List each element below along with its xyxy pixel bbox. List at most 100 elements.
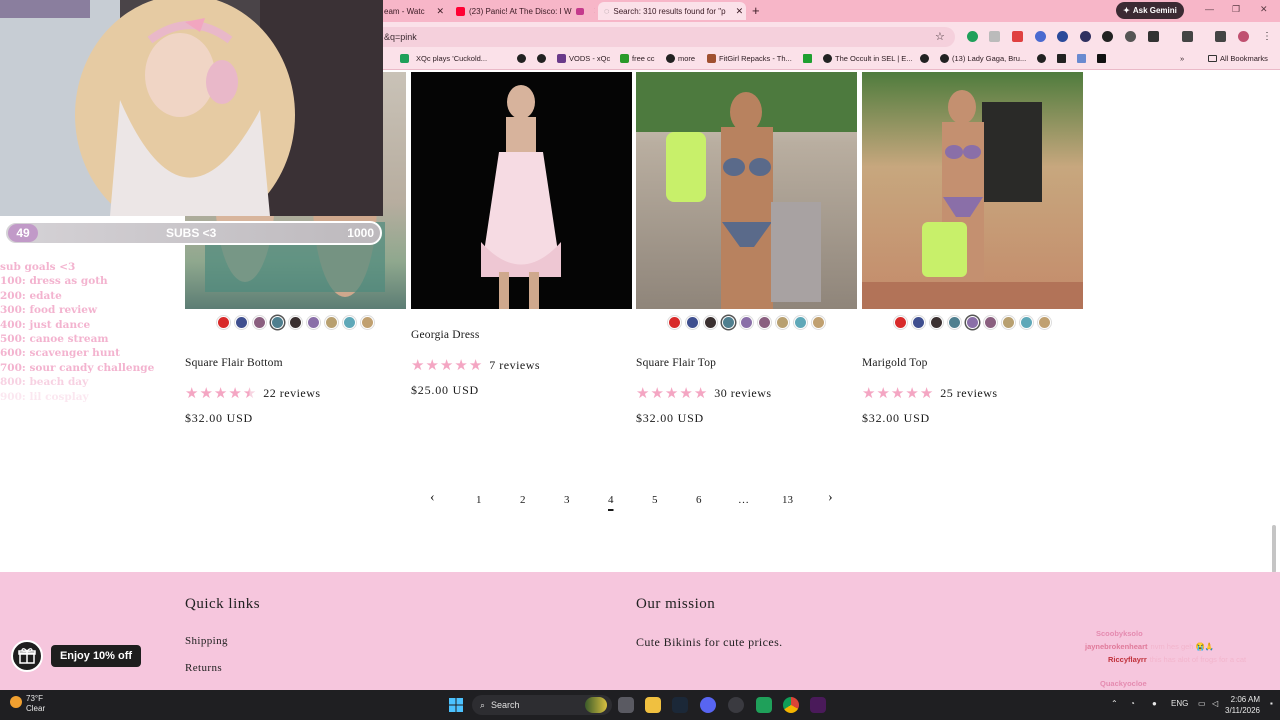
bookmark-item[interactable]: more [666,54,695,63]
product-title[interactable]: Square Flair Top [636,357,716,369]
color-swatch[interactable] [217,316,230,329]
color-swatch[interactable] [271,316,284,329]
windows-start-icon[interactable] [448,697,464,713]
color-swatch[interactable] [1038,316,1051,329]
file-explorer-icon[interactable] [645,697,661,713]
tray-icon[interactable]: ◔ [1130,699,1135,708]
all-bookmarks[interactable]: All Bookmarks [1208,54,1268,63]
color-swatch[interactable] [361,316,374,329]
color-swatch[interactable] [740,316,753,329]
close-icon[interactable]: ✕ [730,6,744,17]
color-swatch[interactable] [1002,316,1015,329]
close-icon[interactable]: ✕ [588,6,595,17]
page-link[interactable]: 3 [564,494,570,506]
bookmark-item[interactable]: XQc plays 'Cuckold... [400,54,487,63]
bookmark-item[interactable] [1077,54,1086,63]
page-link[interactable]: 5 [652,494,658,506]
color-swatch[interactable] [253,316,266,329]
promo-gift-button[interactable] [11,640,43,672]
color-swatch[interactable] [722,316,735,329]
bookmarks-overflow-icon[interactable]: » [1180,54,1184,63]
color-swatch[interactable] [343,316,356,329]
extension-icon[interactable] [1057,31,1068,42]
discord-icon[interactable] [700,697,716,713]
tray-overflow-icon[interactable]: ⌃ [1111,699,1118,708]
shipping-link[interactable]: Shipping [185,635,228,647]
product-title[interactable]: Georgia Dress [411,329,480,341]
extension-icon[interactable] [1012,31,1023,42]
product-title[interactable]: Marigold Top [862,357,928,369]
color-swatch[interactable] [704,316,717,329]
steam-icon[interactable] [672,697,688,713]
color-swatch[interactable] [930,316,943,329]
color-swatch[interactable] [1020,316,1033,329]
volume-icon[interactable]: ◁ [1212,699,1218,708]
color-swatch[interactable] [307,316,320,329]
new-tab-button[interactable]: + [752,3,760,18]
minimize-button[interactable]: — [1205,4,1214,14]
extensions-puzzle-icon[interactable] [1148,31,1159,42]
task-view-icon[interactable] [618,697,634,713]
weather-widget[interactable]: 73°F Clear [10,694,45,714]
bookmark-star-icon[interactable]: ☆ [935,30,945,43]
scrollbar-thumb[interactable] [1272,525,1276,573]
microphone-icon[interactable]: ● [1152,699,1157,708]
maximize-button[interactable]: ❐ [1232,4,1240,15]
bookmark-item[interactable] [1037,54,1046,63]
app-icon[interactable] [810,697,826,713]
menu-icon[interactable]: ⋮ [1262,31,1273,42]
extension-icon[interactable] [1080,31,1091,42]
page-link[interactable]: 1 [476,494,482,506]
color-swatch[interactable] [686,316,699,329]
bookmark-item[interactable] [517,54,526,63]
promo-offer-label[interactable]: Enjoy 10% off [51,645,141,667]
color-swatch[interactable] [966,316,979,329]
bookmark-item[interactable] [1057,54,1066,63]
color-swatch[interactable] [812,316,825,329]
color-swatch[interactable] [948,316,961,329]
color-swatch[interactable] [668,316,681,329]
bookmark-item[interactable]: FitGirl Repacks - Th... [707,54,792,63]
bookmark-item[interactable] [537,54,546,63]
reading-list-icon[interactable] [1215,31,1226,42]
clock[interactable]: 2:06 AM 3/11/2026 [1225,694,1260,716]
window-close-button[interactable]: ✕ [1260,4,1268,15]
product-image[interactable] [411,72,632,309]
page-link[interactable]: 2 [520,494,526,506]
cast-icon[interactable] [1182,31,1193,42]
color-swatch[interactable] [758,316,771,329]
color-swatch[interactable] [235,316,248,329]
extension-icon[interactable] [1035,31,1046,42]
network-icon[interactable]: ▭ [1198,699,1206,708]
close-icon[interactable]: ✕ [430,6,444,17]
extension-icon[interactable] [1102,31,1113,42]
extension-icon[interactable] [967,31,978,42]
bookmark-item[interactable] [803,54,812,63]
bookmark-item[interactable]: VODS - xQc [557,54,610,63]
bookmark-item[interactable]: (13) Lady Gaga, Bru... [940,54,1026,63]
color-swatch[interactable] [289,316,302,329]
widget-icon[interactable] [585,697,607,713]
app-icon[interactable] [756,697,772,713]
bookmark-item[interactable]: The Occult in SEL | E... [823,54,913,63]
product-title[interactable]: Square Flair Bottom [185,357,283,369]
notifications-icon[interactable]: ▪ [1270,699,1273,708]
color-swatch[interactable] [984,316,997,329]
obs-icon[interactable] [728,697,744,713]
previous-page-button[interactable]: ‹ [430,490,435,506]
language-indicator[interactable]: ENG [1171,699,1188,708]
tab-youtube[interactable]: (23) Panic! At The Disco: I W ✕ [450,2,595,20]
address-bar[interactable]: &q=pink [330,27,955,47]
bookmark-item[interactable]: free cc [620,54,655,63]
chrome-icon[interactable] [783,697,799,713]
extension-icon[interactable] [989,31,1000,42]
color-swatch[interactable] [912,316,925,329]
extension-icon[interactable] [1125,31,1136,42]
tab-twitch[interactable]: eam - Watc ✕ [378,2,450,20]
page-link[interactable]: 13 [782,494,793,506]
next-page-button[interactable]: › [828,490,833,506]
page-link[interactable]: 4 [608,494,614,506]
page-link[interactable]: 6 [696,494,702,506]
bookmark-item[interactable] [1097,54,1106,63]
bookmark-item[interactable] [920,54,929,63]
